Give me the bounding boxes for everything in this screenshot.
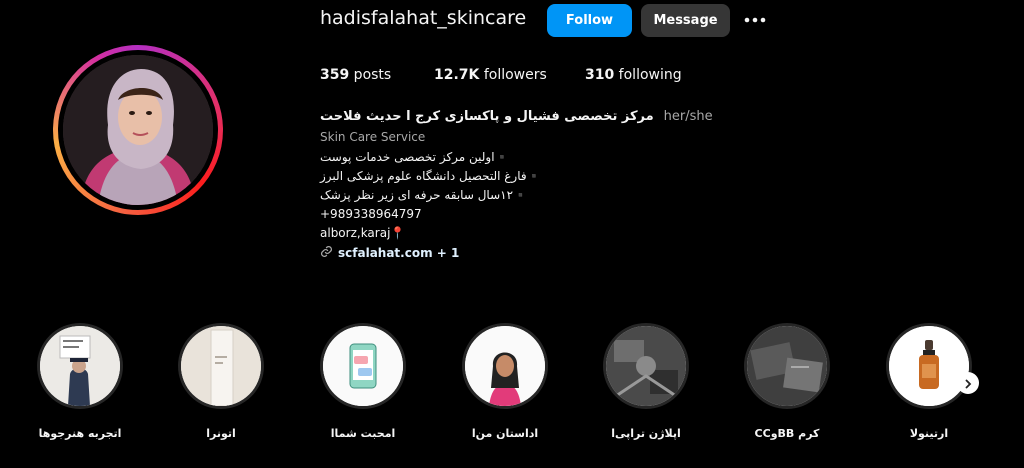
bio-line: ▪️اولین مرکز تخصصی خدمات پوست: [320, 149, 510, 166]
bio-line-text: ▪️۱۲سال سابقه حرفه ای زیر نظر پزشک: [320, 188, 528, 202]
highlight-label: اتجربه هنرجوها: [38, 427, 122, 440]
highlight-label: اپلاژن تراپی‌ا: [611, 427, 681, 440]
following-count: 310: [585, 67, 615, 83]
following-label: following: [614, 67, 682, 83]
profile-category: Skin Care Service: [320, 130, 426, 144]
avatar-gap: [58, 50, 218, 210]
highlight-label: اداستان من‌ا: [471, 427, 539, 440]
more-horizontal-icon: [744, 17, 766, 23]
highlight-cover: [606, 326, 686, 406]
highlight-label: اتونرا: [206, 427, 236, 440]
highlight-ring: [320, 323, 406, 409]
highlight-item[interactable]: کرم BBوCC: [742, 323, 832, 440]
profile-full-name: مرکز تخصصی فشیال و پاکسازی کرج ا حدیث فل…: [320, 109, 654, 124]
profile-link[interactable]: scfalahat.com + 1: [320, 245, 459, 261]
highlight-cover: [747, 326, 827, 406]
link-icon: [320, 245, 333, 261]
highlight-label: کرم BBوCC: [754, 427, 820, 440]
highlight-cover: [181, 326, 261, 406]
highlight-item[interactable]: اتجربه هنرجوها: [35, 323, 125, 440]
highlights-next-button[interactable]: [957, 372, 979, 394]
location-text: alborz,karaj: [320, 226, 391, 240]
highlight-item[interactable]: اداستان من‌ا: [460, 323, 550, 440]
posts-count: 359: [320, 67, 350, 83]
followers-label: followers: [479, 67, 547, 83]
following-stat[interactable]: 310 following: [585, 67, 682, 83]
profile-avatar-ring[interactable]: [53, 45, 223, 215]
pronouns: her/she: [663, 109, 713, 124]
profile-username: hadisfalahat_skincare: [320, 7, 527, 29]
posts-stat: 359 posts: [320, 67, 391, 83]
follow-button[interactable]: Follow: [547, 4, 632, 37]
highlight-ring: [37, 323, 123, 409]
highlight-label: ارتینولا: [909, 427, 949, 440]
profile-avatar: [63, 55, 213, 205]
highlight-ring: [178, 323, 264, 409]
bio-line-text: ▪️فارغ التحصیل دانشگاه علوم پزشکی البرز: [320, 169, 542, 183]
highlight-cover: [465, 326, 545, 406]
followers-stat[interactable]: 12.7K followers: [434, 67, 547, 83]
bio-line-text: ▪️اولین مرکز تخصصی خدمات پوست: [320, 150, 510, 164]
highlight-ring: [886, 323, 972, 409]
more-options-button[interactable]: [742, 10, 768, 30]
fullname-row: مرکز تخصصی فشیال و پاکسازی کرج ا حدیث فل…: [320, 109, 720, 124]
bio-phone: +989338964797: [320, 207, 422, 221]
followers-count: 12.7K: [434, 67, 480, 83]
posts-label: posts: [349, 67, 392, 83]
highlight-cover: [40, 326, 120, 406]
highlight-label: امحبت شماا: [330, 427, 396, 440]
highlight-ring: [603, 323, 689, 409]
highlight-item[interactable]: امحبت شماا: [318, 323, 408, 440]
bio-location: alborz,karaj📍: [320, 225, 405, 242]
highlight-ring: [462, 323, 548, 409]
message-button[interactable]: Message: [641, 4, 730, 37]
bio-line: ▪️فارغ التحصیل دانشگاه علوم پزشکی البرز: [320, 168, 542, 185]
chevron-right-icon: [963, 374, 973, 393]
bio-line: ▪️۱۲سال سابقه حرفه ای زیر نظر پزشک: [320, 187, 528, 204]
highlight-cover: [323, 326, 403, 406]
highlight-item[interactable]: اتونرا: [176, 323, 266, 440]
link-text: scfalahat.com + 1: [338, 246, 460, 260]
highlight-cover: [889, 326, 969, 406]
highlight-item[interactable]: اپلاژن تراپی‌ا: [601, 323, 691, 440]
pin-icon: 📍: [390, 226, 406, 240]
highlight-ring: [744, 323, 830, 409]
